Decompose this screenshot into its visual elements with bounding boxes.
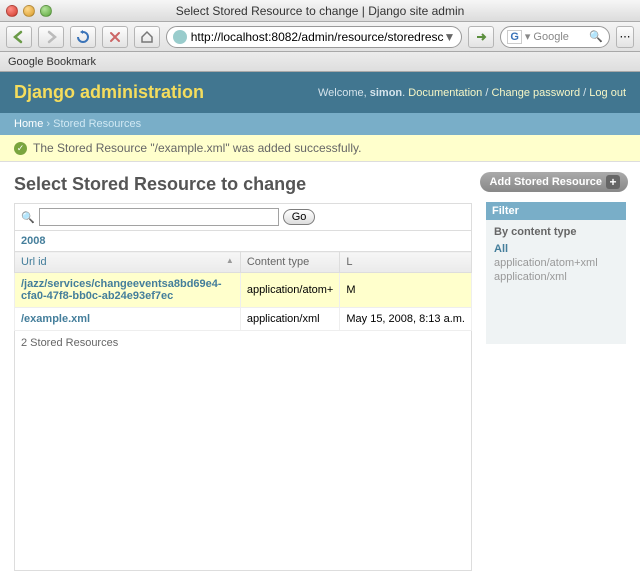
bookmark-item[interactable]: Google Bookmark — [8, 56, 96, 68]
row-content-type: application/atom+ — [240, 273, 340, 308]
change-password-link[interactable]: Change password — [491, 87, 580, 99]
address-bar[interactable]: http://localhost:8082/admin/resource/sto… — [166, 26, 463, 48]
plus-icon: + — [606, 175, 620, 189]
filter-title: By content type — [494, 226, 618, 238]
dropdown-icon[interactable]: ▼ — [444, 30, 456, 44]
message-text: The Stored Resource "/example.xml" was a… — [33, 141, 361, 155]
search-icon: 🔍 — [21, 211, 35, 224]
add-button-label: Add Stored Resource — [490, 176, 602, 188]
documentation-link[interactable]: Documentation — [408, 87, 482, 99]
username: simon — [370, 87, 402, 99]
address-text: http://localhost:8082/admin/resource/sto… — [191, 30, 444, 44]
close-window-button[interactable] — [6, 5, 18, 17]
filter-heading: Filter — [486, 202, 626, 220]
filter-option-all[interactable]: All — [494, 242, 618, 256]
search-go-button[interactable]: Go — [283, 209, 316, 225]
row-last-modified: May 15, 2008, 8:13 a.m. — [340, 308, 472, 331]
home-button[interactable] — [134, 26, 160, 48]
search-input[interactable] — [39, 208, 279, 226]
search-placeholder: Google — [533, 31, 589, 43]
toolbar-menu-button[interactable]: ⋯ — [616, 26, 634, 48]
table-row: /jazz/services/changeeventsa8bd69e4-cfa0… — [15, 273, 472, 308]
row-last-modified: M — [340, 273, 472, 308]
content: Add Stored Resource + Select Stored Reso… — [0, 162, 640, 583]
table-row: /example.xml application/xml May 15, 200… — [15, 308, 472, 331]
user-tools: Welcome, simon. Documentation / Change p… — [318, 87, 626, 99]
go-arrow-button[interactable] — [468, 26, 494, 48]
breadcrumb: Home › Stored Resources — [0, 113, 640, 135]
search-bar: 🔍 Go — [14, 203, 472, 230]
sort-asc-icon: ▲ — [226, 256, 234, 265]
date-hierarchy: 2008 — [14, 230, 472, 251]
site-icon — [173, 30, 187, 44]
search-engine-icon: G — [507, 30, 522, 44]
logout-link[interactable]: Log out — [589, 87, 626, 99]
breadcrumb-current: Stored Resources — [53, 118, 141, 130]
search-box[interactable]: G▾ Google 🔍 — [500, 26, 610, 48]
row-content-type: application/xml — [240, 308, 340, 331]
traffic-lights — [6, 5, 52, 17]
row-link[interactable]: /example.xml — [21, 313, 90, 325]
zoom-window-button[interactable] — [40, 5, 52, 17]
window-titlebar: Select Stored Resource to change | Djang… — [0, 0, 640, 22]
filter-option[interactable]: application/atom+xml — [494, 256, 618, 270]
stop-button[interactable] — [102, 26, 128, 48]
column-content-type[interactable]: Content type — [240, 252, 340, 273]
add-stored-resource-button[interactable]: Add Stored Resource + — [480, 172, 628, 192]
date-year-link[interactable]: 2008 — [21, 235, 45, 247]
forward-button[interactable] — [38, 26, 64, 48]
filter-sidebar: Filter By content type All application/a… — [486, 202, 626, 344]
breadcrumb-home[interactable]: Home — [14, 118, 43, 130]
success-icon: ✓ — [14, 142, 27, 155]
success-message: ✓ The Stored Resource "/example.xml" was… — [0, 135, 640, 162]
bookmarks-bar: Google Bookmark — [0, 52, 640, 72]
result-count: 2 Stored Resources — [21, 337, 118, 349]
welcome-text: Welcome, — [318, 87, 367, 99]
page-title: Select Stored Resource to change — [14, 174, 472, 195]
back-button[interactable] — [6, 26, 32, 48]
main-column: Select Stored Resource to change 🔍 Go 20… — [14, 174, 472, 571]
results-table: Url id▲ Content type L /jazz/services/ch… — [14, 251, 472, 331]
filter-option[interactable]: application/xml — [494, 270, 618, 284]
browser-toolbar: http://localhost:8082/admin/resource/sto… — [0, 22, 640, 52]
django-header: Django administration Welcome, simon. Do… — [0, 72, 640, 113]
pagination: 2 Stored Resources — [14, 331, 472, 571]
search-icon[interactable]: 🔍 — [589, 30, 603, 43]
row-link[interactable]: /jazz/services/changeeventsa8bd69e4-cfa0… — [21, 278, 222, 302]
window-title: Select Stored Resource to change | Djang… — [176, 4, 465, 18]
reload-button[interactable] — [70, 26, 96, 48]
minimize-window-button[interactable] — [23, 5, 35, 17]
column-last-modified[interactable]: L — [340, 252, 472, 273]
column-url-id[interactable]: Url id▲ — [15, 252, 241, 273]
branding[interactable]: Django administration — [14, 82, 204, 103]
